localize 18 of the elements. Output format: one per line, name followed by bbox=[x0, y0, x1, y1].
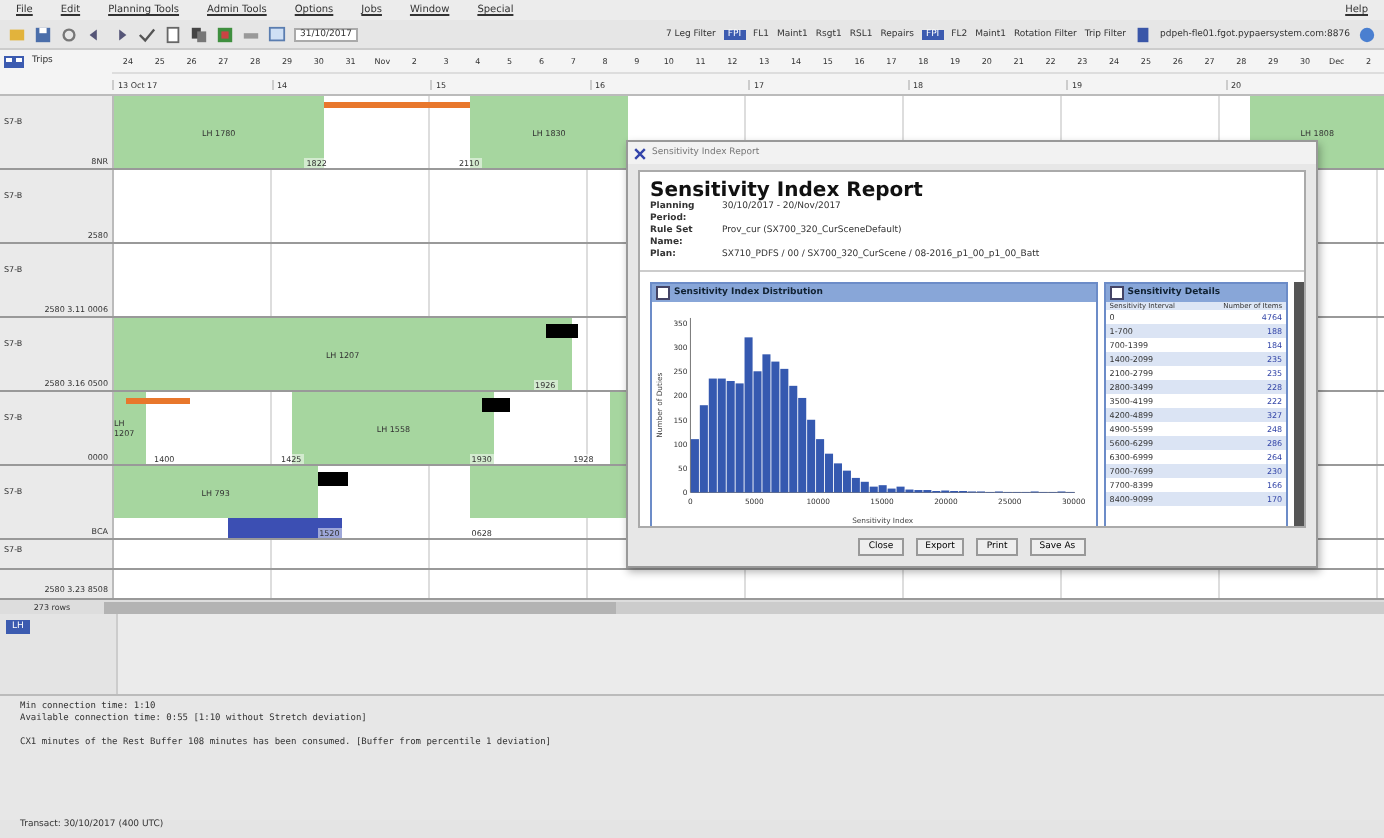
globe-icon[interactable] bbox=[1358, 25, 1376, 43]
block-bar[interactable] bbox=[317, 472, 349, 486]
refresh-icon[interactable] bbox=[60, 25, 78, 43]
grid-icon[interactable] bbox=[216, 25, 234, 43]
horizontal-scrollbar[interactable] bbox=[104, 601, 1384, 613]
vertical-scrollbar[interactable] bbox=[1294, 282, 1304, 526]
monitor-icon[interactable] bbox=[268, 25, 286, 43]
report-heading: Sensitivity Index Report bbox=[650, 180, 925, 202]
block-bar[interactable] bbox=[482, 398, 511, 412]
check-icon[interactable] bbox=[138, 25, 156, 43]
calendar-icon[interactable] bbox=[4, 56, 24, 68]
standby-bar[interactable] bbox=[228, 518, 343, 538]
save-icon[interactable] bbox=[34, 25, 52, 43]
document-icon[interactable] bbox=[164, 25, 182, 43]
copy-icon[interactable] bbox=[190, 25, 208, 43]
server-icon bbox=[1134, 25, 1152, 43]
app-icon bbox=[634, 147, 646, 159]
block-bar[interactable] bbox=[545, 324, 578, 338]
